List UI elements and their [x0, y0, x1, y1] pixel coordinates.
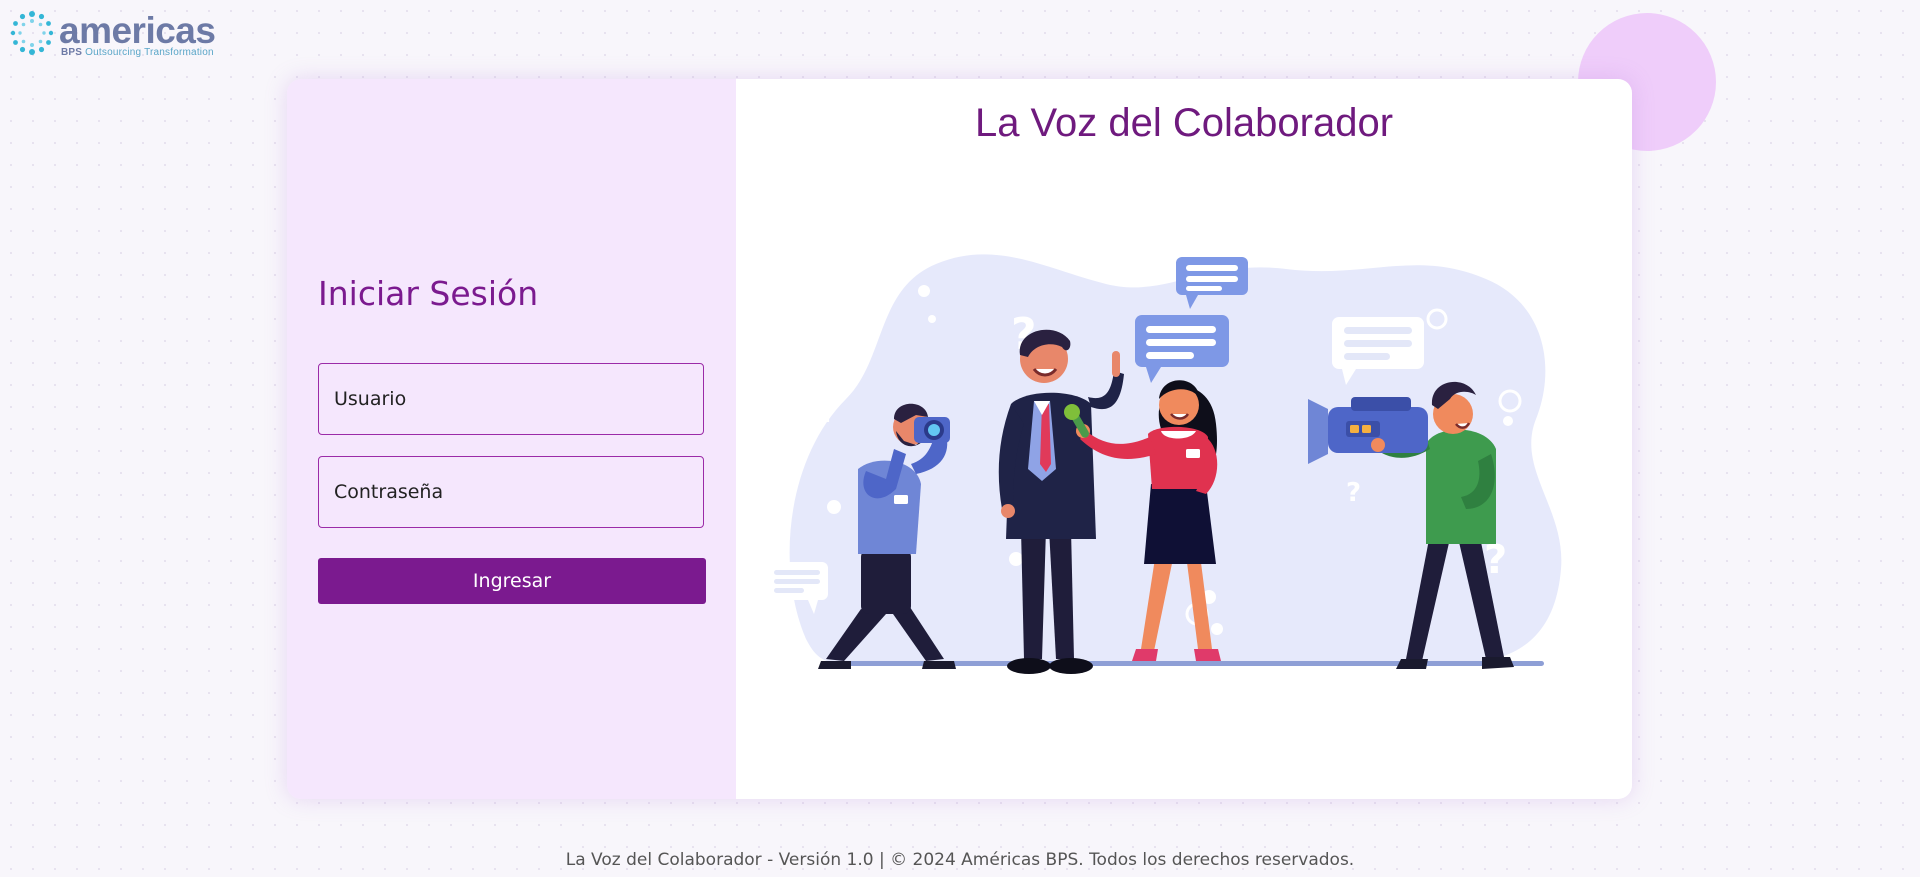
- login-card: Iniciar Sesión Ingresar La Voz del Colab…: [287, 79, 1632, 799]
- logo-tagline: BPS Outsourcing Transformation: [61, 47, 214, 58]
- logo-wordmark: americas: [59, 10, 216, 51]
- svg-text:?: ?: [818, 392, 837, 430]
- login-button[interactable]: Ingresar: [318, 558, 706, 604]
- svg-text:?: ?: [1346, 478, 1361, 508]
- username-input[interactable]: [318, 363, 704, 435]
- login-panel: Iniciar Sesión Ingresar: [287, 79, 736, 799]
- logo-tagline-bold: BPS: [61, 47, 83, 58]
- password-input[interactable]: [318, 456, 704, 528]
- hero-panel: La Voz del Colaborador ? ? ? ?: [736, 79, 1632, 799]
- americas-logo: americas BPS Outsourcing Transformation: [9, 10, 229, 58]
- hero-title: La Voz del Colaborador: [974, 101, 1394, 145]
- logo-tagline-text: Outsourcing Transformation: [85, 47, 214, 58]
- press-interview-illustration: ? ? ? ?: [768, 254, 1562, 674]
- login-title: Iniciar Sesión: [318, 274, 539, 313]
- logo-dots-icon: [10, 11, 54, 55]
- footer-text: La Voz del Colaborador - Versión 1.0 | ©…: [565, 850, 1355, 870]
